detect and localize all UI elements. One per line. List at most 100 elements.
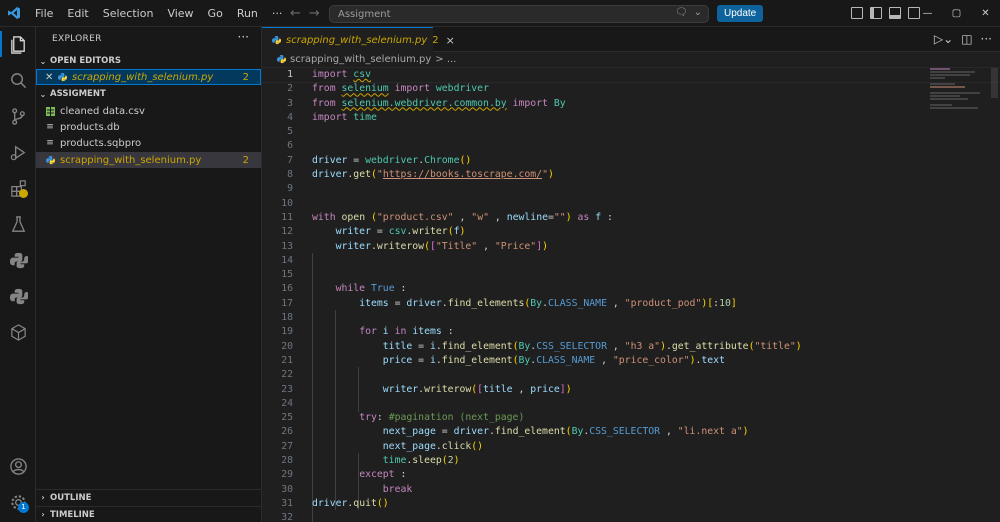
code-line: 16 while True :	[262, 282, 1000, 296]
search-icon[interactable]	[0, 63, 36, 97]
settings-gear-icon[interactable]: 1	[0, 485, 36, 519]
line-number: 15	[281, 269, 293, 281]
code-line: 5	[262, 125, 1000, 139]
breadcrumb-file[interactable]: scrapping_with_selenium.py	[290, 54, 431, 65]
python-file-icon	[277, 55, 286, 64]
line-number: 1	[287, 69, 293, 80]
breadcrumb: scrapping_with_selenium.py > ...	[277, 54, 456, 65]
problem-count: 2	[242, 71, 249, 83]
code-editor[interactable]: 1 import csv 2 from selenium import webdri…	[261, 66, 1000, 522]
menu-edit[interactable]: Edit	[60, 0, 95, 27]
copilot-chat-icon[interactable]: 🗨	[675, 7, 688, 18]
folder-label: ASSIGMENT	[50, 89, 106, 99]
customize-layout-icon[interactable]	[851, 7, 863, 19]
line-number: 12	[281, 226, 293, 238]
code-line: 25 try: #pagination (next_page)	[262, 411, 1000, 425]
close-editor-icon[interactable]: ✕	[45, 72, 57, 83]
code-text: time.sleep(2)	[382, 455, 460, 467]
code-line: 31 driver.quit()	[262, 497, 1000, 511]
line-number: 28	[281, 455, 293, 467]
line-number: 11	[281, 211, 293, 223]
tab-name: scrapping_with_selenium.py	[286, 34, 428, 46]
extensions-icon[interactable]	[0, 171, 36, 205]
line-number: 30	[281, 483, 293, 495]
code-text: import time	[312, 111, 377, 123]
line-number: 27	[281, 440, 293, 452]
menu-file[interactable]: File	[28, 0, 60, 27]
code-text: next_page = driver.find_element(By.CSS_S…	[382, 426, 749, 438]
code-text: driver = webdriver.Chrome()	[312, 154, 472, 166]
line-number: 20	[281, 340, 293, 352]
open-editors-section[interactable]: ⌄ OPEN EDITORS	[36, 53, 262, 69]
maximize-icon[interactable]: ▢	[942, 8, 971, 19]
line-number: 19	[281, 326, 293, 338]
file-name: products.db	[60, 121, 120, 133]
code-line: 19 for i in items :	[262, 325, 1000, 339]
minimize-icon[interactable]: —	[913, 8, 942, 19]
editor-scrollbar[interactable]	[991, 68, 998, 98]
close-icon[interactable]: ✕	[971, 8, 1000, 19]
line-number: 9	[287, 183, 293, 195]
menu-run[interactable]: Run	[230, 0, 265, 27]
back-arrow-icon[interactable]: ←	[290, 6, 301, 21]
file-item[interactable]: ≡ products.db	[36, 119, 261, 135]
open-editor-item[interactable]: ✕ scrapping_with_selenium.py 2	[36, 69, 261, 85]
toggle-panel-icon[interactable]	[889, 7, 901, 19]
open-editor-name: scrapping_with_selenium.py	[72, 71, 214, 83]
line-number: 32	[281, 512, 293, 522]
code-text: try: #pagination (next_page)	[359, 412, 525, 424]
file-item-selected[interactable]: scrapping_with_selenium.py 2	[36, 152, 261, 168]
testing-flask-icon[interactable]	[0, 207, 36, 241]
more-actions-icon[interactable]: ···	[981, 32, 992, 46]
python-environments-icon[interactable]	[0, 279, 36, 313]
editor-actions: ▷⌄ ◫ ···	[934, 32, 992, 46]
menu-go[interactable]: Go	[201, 0, 230, 27]
minimap[interactable]	[930, 68, 990, 128]
source-control-icon[interactable]	[0, 99, 36, 133]
code-text: from selenium.webdriver.common.by import…	[312, 97, 566, 109]
menu-more[interactable]: ···	[265, 0, 290, 27]
line-number: 14	[281, 254, 293, 266]
code-line: 11 with open ("product.csv" , "w" , newli…	[262, 211, 1000, 225]
code-line: 12 writer = csv.writer(f)	[262, 225, 1000, 239]
line-number: 4	[287, 111, 293, 123]
line-number: 8	[287, 169, 293, 181]
explorer-icon[interactable]	[0, 27, 36, 61]
code-line: 17 items = driver.find_elements(By.CLASS…	[262, 297, 1000, 311]
python-file-icon	[57, 72, 67, 82]
code-text: break	[382, 483, 413, 495]
folder-section[interactable]: ⌄ ASSIGMENT	[36, 86, 262, 102]
command-center-search[interactable]: Assigment 🗨 ⌄	[329, 5, 709, 23]
forward-arrow-icon[interactable]: →	[309, 6, 320, 21]
vscode-logo-icon	[0, 0, 28, 27]
file-item[interactable]: ≡ products.sqbpro	[36, 135, 261, 151]
line-number: 31	[281, 497, 293, 509]
menu-selection[interactable]: Selection	[96, 0, 161, 27]
breadcrumb-tail[interactable]: > ...	[435, 54, 456, 65]
csv-file-icon	[45, 106, 55, 116]
line-number: 21	[281, 354, 293, 366]
code-text: from selenium import webdriver	[312, 83, 489, 95]
editor-tab-active[interactable]: scrapping_with_selenium.py 2 ×	[262, 27, 455, 52]
code-text: price = i.find_element(By.CLASS_NAME , "…	[382, 354, 725, 366]
split-editor-icon[interactable]: ◫	[961, 32, 972, 46]
line-number: 29	[281, 469, 293, 481]
update-button[interactable]: Update	[717, 5, 764, 22]
database-cube-icon[interactable]	[0, 315, 36, 349]
outline-section[interactable]: › OUTLINE	[36, 489, 262, 505]
activity-bar: 1	[0, 27, 36, 522]
timeline-section[interactable]: › TIMELINE	[36, 506, 262, 522]
run-debug-icon[interactable]	[0, 135, 36, 169]
python-icon[interactable]	[0, 243, 36, 277]
line-number: 16	[281, 283, 293, 295]
code-text: except :	[359, 469, 407, 481]
run-python-icon[interactable]: ▷⌄	[934, 32, 953, 46]
file-item[interactable]: cleaned data.csv	[36, 103, 261, 119]
menu-view[interactable]: View	[160, 0, 200, 27]
explorer-more-icon[interactable]: ···	[238, 30, 249, 44]
code-text: writer = csv.writer(f)	[335, 226, 466, 238]
account-icon[interactable]	[0, 449, 36, 483]
tab-close-icon[interactable]: ×	[446, 34, 455, 47]
toggle-primary-sidebar-icon[interactable]	[870, 7, 882, 19]
chevron-down-icon[interactable]: ⌄	[694, 7, 702, 18]
